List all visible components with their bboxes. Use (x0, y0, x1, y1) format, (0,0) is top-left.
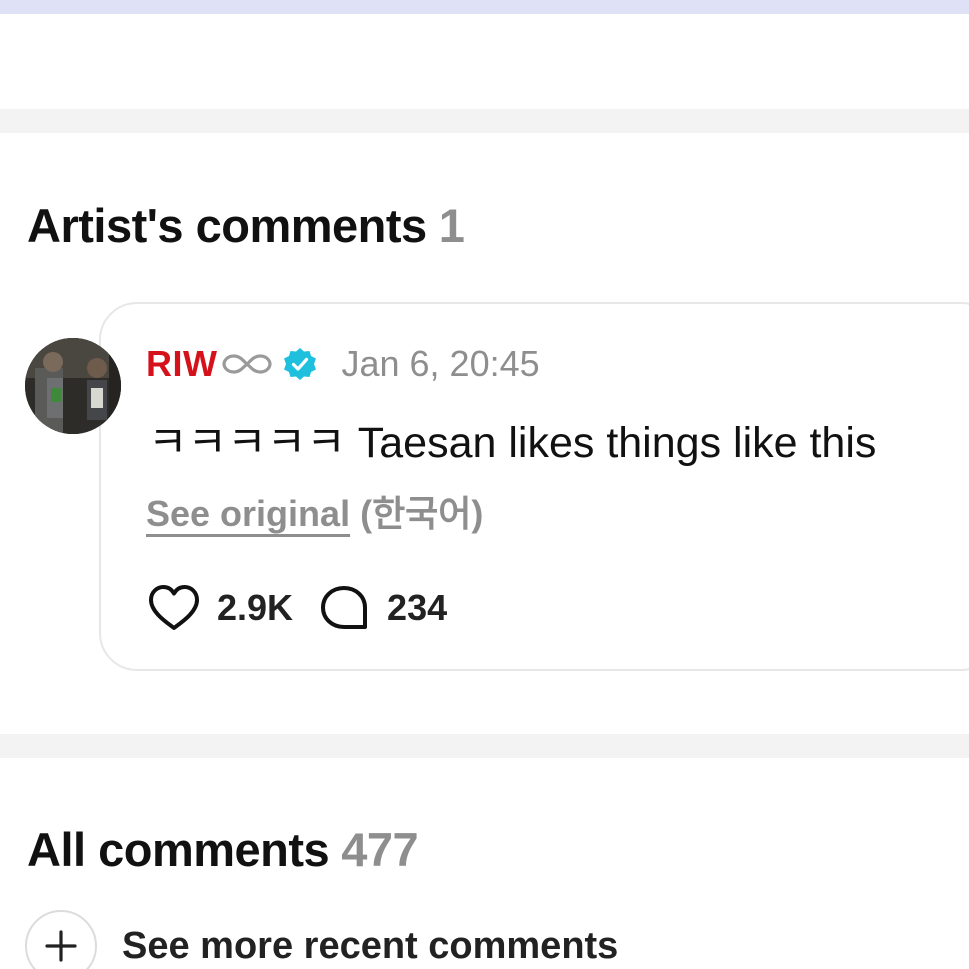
all-comments-title: All comments (27, 823, 330, 876)
artist-comments-title: Artist's comments (27, 199, 427, 252)
artist-comments-count: 1 (438, 199, 465, 252)
avatar-image (25, 338, 121, 434)
verified-icon (284, 348, 317, 380)
see-original-row: See original (한국어) (146, 485, 483, 537)
see-more-comments-row[interactable]: See more recent comments (25, 910, 618, 969)
infinity-icon (222, 354, 273, 374)
reply-count: 234 (387, 587, 448, 628)
original-language: (한국어) (360, 493, 484, 534)
artist-comments-heading: Artist's comments 1 (27, 199, 465, 252)
section-divider (0, 109, 969, 133)
comment-actions: 2.9K 234 (147, 583, 447, 633)
plus-button[interactable] (25, 910, 97, 969)
comment-meta: RIW Jan 6, 20:45 (146, 342, 540, 386)
like-count: 2.9K (217, 587, 294, 628)
heart-icon[interactable] (147, 583, 201, 633)
comment-timestamp: Jan 6, 20:45 (341, 343, 540, 384)
all-comments-heading: All comments 477 (27, 823, 419, 876)
see-original-link[interactable]: See original (146, 493, 350, 534)
plus-icon (45, 930, 77, 962)
comment-author[interactable]: RIW (146, 343, 217, 385)
comment-text: ㅋㅋㅋㅋㅋ Taesan likes things like this (148, 419, 877, 467)
top-banner-strip (0, 0, 969, 14)
reply-icon[interactable] (319, 583, 369, 633)
section-divider (0, 734, 969, 758)
all-comments-count: 477 (341, 823, 419, 876)
avatar[interactable] (25, 338, 121, 434)
see-more-recent-comments-label[interactable]: See more recent comments (122, 925, 618, 968)
